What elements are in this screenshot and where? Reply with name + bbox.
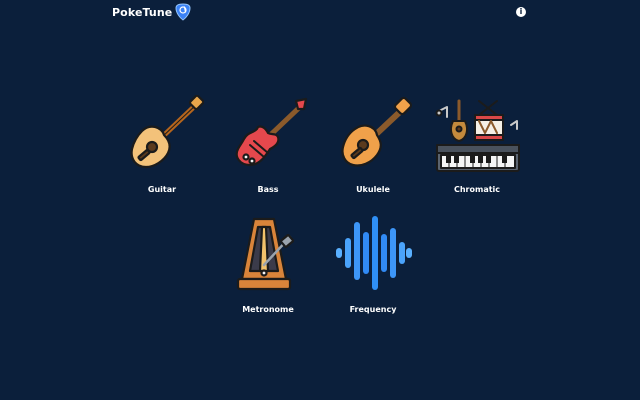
tool-label-frequency: Frequency [349,305,397,314]
keyboard-drum-guitar-icon [435,99,520,172]
metronome-icon [236,217,295,291]
tool-label-metronome: Metronome [242,305,294,314]
instrument-label-guitar: Guitar [147,185,177,194]
acoustic-guitar-icon [130,95,204,169]
info-icon: i [519,7,523,16]
guitar-pick-icon [175,3,191,21]
instrument-tile-guitar[interactable]: Guitar [112,95,212,200]
tool-tile-frequency[interactable]: Frequency [323,215,423,320]
instrument-label-bass: Bass [257,185,279,194]
instrument-tile-bass[interactable]: Bass [218,95,318,200]
tool-tile-metronome[interactable]: Metronome [218,215,318,320]
electric-bass-icon [235,97,308,167]
sound-wave-icon [336,216,412,290]
app-header: PokeTune i [0,0,640,28]
brand-name: PokeTune [112,5,173,19]
instrument-tile-ukulele[interactable]: Ukulele [323,95,423,200]
instrument-tile-chromatic[interactable]: Chromatic [427,95,527,200]
instrument-label-ukulele: Ukulele [356,185,390,194]
brand[interactable]: PokeTune [112,3,191,21]
info-button[interactable]: i [516,7,526,17]
ukulele-icon [341,96,413,167]
instrument-label-chromatic: Chromatic [453,185,501,194]
